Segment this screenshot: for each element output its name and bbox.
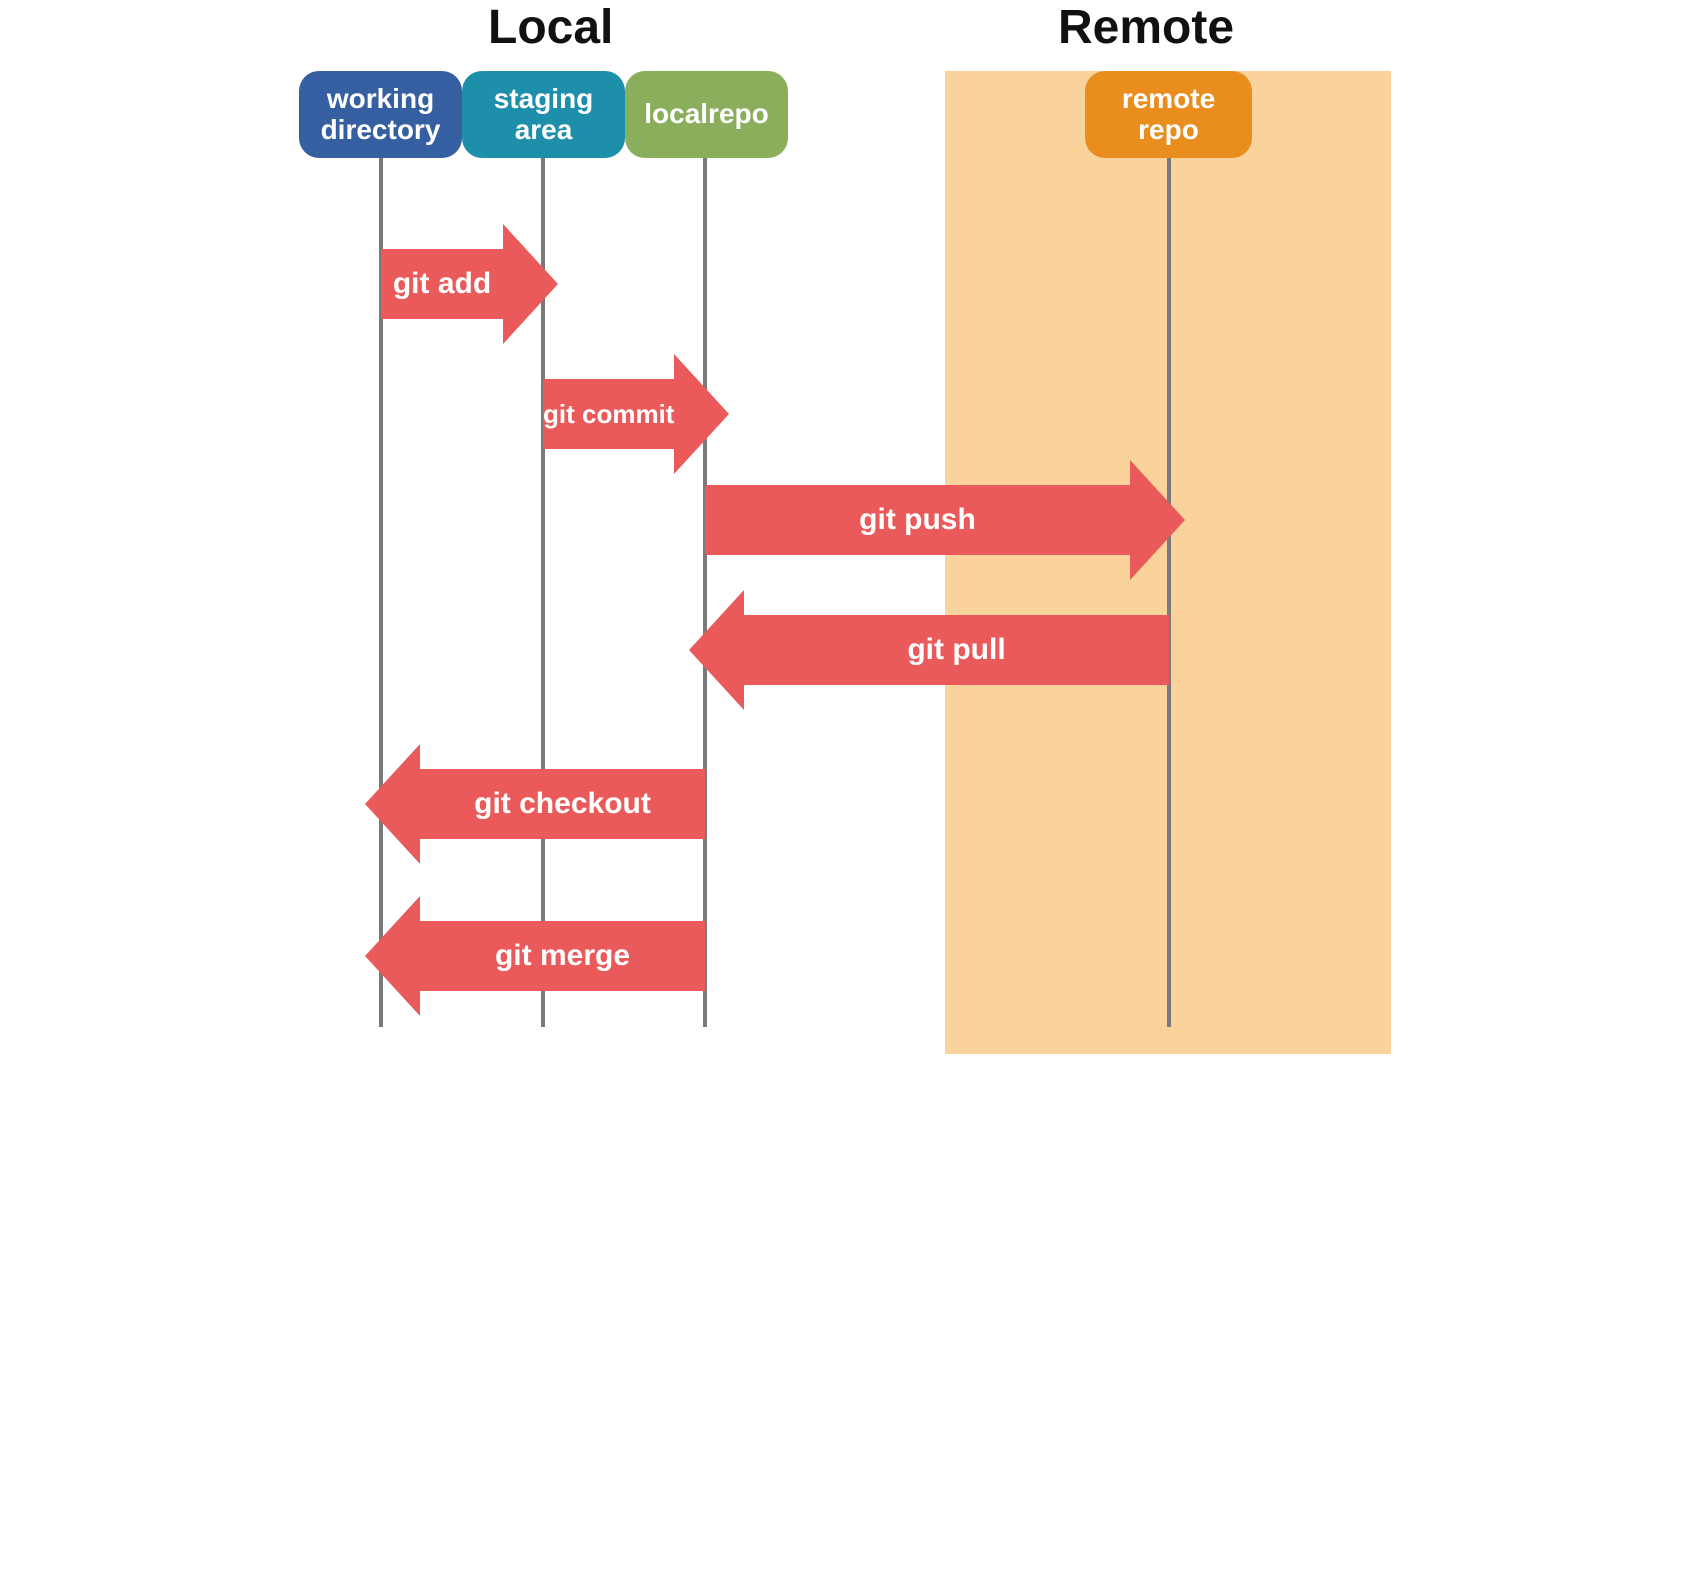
arrow-head-left-icon — [365, 896, 420, 1016]
lane-working-directory: working directory — [299, 71, 462, 158]
arrow-git-commit: git commit — [543, 354, 720, 474]
title-local: Local — [488, 0, 613, 55]
arrow-git-pull: git pull — [689, 590, 1169, 710]
arrow-git-pull-label: git pull — [907, 633, 1005, 667]
arrow-git-add-label: git add — [393, 267, 491, 301]
arrow-head-left-icon — [689, 590, 744, 710]
lane-remoterepo-label: remote repo — [1093, 84, 1244, 146]
lane-localrepo: localrepo — [625, 71, 788, 158]
lane-staging-area: staging area — [462, 71, 625, 158]
git-workflow-diagram: Local Remote working directory staging a… — [283, 0, 1415, 1061]
lane-localrepo-label: localrepo — [644, 99, 768, 130]
title-remote: Remote — [1058, 0, 1234, 55]
arrow-head-right-icon — [1130, 460, 1185, 580]
arrow-git-merge-label: git merge — [495, 939, 630, 973]
arrow-git-checkout-label: git checkout — [474, 787, 651, 821]
arrow-head-right-icon — [674, 354, 729, 474]
arrow-git-commit-label: git commit — [543, 399, 674, 430]
lane-remoterepo: remote repo — [1085, 71, 1252, 158]
lane-staging-label: staging area — [470, 84, 617, 146]
arrow-git-merge: git merge — [365, 896, 705, 1016]
arrow-git-checkout: git checkout — [365, 744, 705, 864]
arrow-head-right-icon — [503, 224, 558, 344]
lane-working-label: working directory — [307, 84, 454, 146]
arrow-git-add: git add — [381, 224, 558, 344]
arrow-head-left-icon — [365, 744, 420, 864]
arrow-git-push-label: git push — [859, 503, 976, 537]
arrow-git-push: git push — [705, 460, 1185, 580]
